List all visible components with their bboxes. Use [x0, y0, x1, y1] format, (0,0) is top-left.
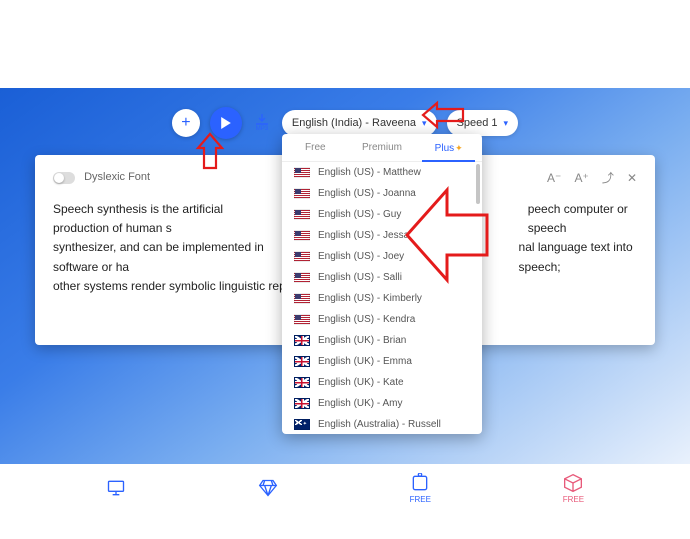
us-flag-icon	[294, 230, 310, 241]
dyslexic-toggle[interactable]	[53, 172, 75, 184]
us-flag-icon	[294, 293, 310, 304]
body-line: synthesizer, and can be implemented in s…	[53, 238, 269, 276]
download-button[interactable]: MP3	[252, 113, 272, 133]
voice-list[interactable]: English (US) - Matthew English (US) - Joa…	[282, 162, 482, 434]
us-flag-icon	[294, 188, 310, 199]
bottom-item-2[interactable]	[258, 478, 278, 498]
voice-option[interactable]: English (Australia) - Russell	[282, 414, 482, 434]
bottom-item-3[interactable]: FREE	[410, 473, 431, 504]
voice-option-label: English (UK) - Kate	[318, 377, 404, 388]
au-flag-icon	[294, 419, 310, 430]
voice-option[interactable]: English (UK) - Kate	[282, 372, 482, 393]
body-line: peech computer or speech	[528, 200, 637, 238]
voice-dropdown: Free Premium Plus✦ English (US) - Matthe…	[282, 134, 482, 434]
us-flag-icon	[294, 167, 310, 178]
header-whitespace	[0, 0, 690, 88]
voice-option-label: English (US) - Kimberly	[318, 293, 422, 304]
speed-select-button[interactable]: Speed 1 ▾	[447, 110, 519, 136]
tab-premium[interactable]: Premium	[349, 134, 416, 161]
voice-option-label: English (US) - Guy	[318, 209, 401, 220]
bottom-item-1[interactable]	[106, 478, 126, 498]
us-flag-icon	[294, 209, 310, 220]
uk-flag-icon	[294, 356, 310, 367]
voice-option-label: English (UK) - Emma	[318, 356, 412, 367]
voice-option-label: English (Australia) - Russell	[318, 419, 441, 430]
scrollbar-thumb[interactable]	[476, 164, 480, 204]
close-button[interactable]: ✕	[627, 171, 637, 185]
voice-option-label: English (UK) - Amy	[318, 398, 402, 409]
voice-option[interactable]: English (UK) - Amy	[282, 393, 482, 414]
box-icon	[563, 473, 583, 493]
voice-option[interactable]: English (UK) - Emma	[282, 351, 482, 372]
font-decrease-button[interactable]: A⁻	[547, 171, 561, 185]
play-button[interactable]	[210, 107, 242, 139]
share-button[interactable]: ⤴	[602, 171, 614, 185]
dyslexic-label: Dyslexic Font	[84, 171, 150, 183]
uk-flag-icon	[294, 377, 310, 388]
voice-option-label: English (US) - Matthew	[318, 167, 421, 178]
uk-flag-icon	[294, 398, 310, 409]
card-actions: A⁻ A⁺ ⤴ ✕	[537, 169, 637, 186]
bottom-label-free: FREE	[410, 495, 431, 504]
play-icon	[220, 117, 232, 129]
voice-option[interactable]: English (US) - Guy	[282, 204, 482, 225]
voice-option-label: English (US) - Salli	[318, 272, 402, 283]
voice-option-label: English (US) - Kendra	[318, 314, 415, 325]
bottom-item-4[interactable]: FREE	[563, 473, 584, 504]
add-button[interactable]: +	[172, 109, 200, 137]
tab-free[interactable]: Free	[282, 134, 349, 161]
voice-select-button[interactable]: English (India) - Raveena ▾	[282, 110, 437, 136]
voice-option[interactable]: English (US) - Joanna	[282, 183, 482, 204]
speed-label: Speed 1	[457, 117, 498, 129]
voice-option-label: English (US) - Jessa	[318, 230, 409, 241]
app-root: + MP3 English (India) - Raveena ▾ Speed …	[0, 0, 690, 539]
voice-option-label: English (US) - Joanna	[318, 188, 416, 199]
uk-flag-icon	[294, 335, 310, 346]
extension-icon	[410, 473, 430, 493]
bottom-label-free-red: FREE	[563, 495, 584, 504]
voice-option[interactable]: English (US) - Salli	[282, 267, 482, 288]
voice-option[interactable]: English (US) - Jessa	[282, 225, 482, 246]
voice-option[interactable]: English (US) - Kimberly	[282, 288, 482, 309]
monitor-icon	[106, 478, 126, 498]
diamond-icon	[258, 478, 278, 498]
tab-plus[interactable]: Plus✦	[415, 134, 482, 161]
font-increase-button[interactable]: A⁺	[574, 171, 588, 185]
voice-option-label: English (US) - Joey	[318, 251, 404, 262]
bottom-bar: FREE FREE	[0, 473, 690, 503]
download-label: MP3	[256, 126, 268, 132]
tab-plus-label: Plus	[435, 143, 454, 154]
us-flag-icon	[294, 251, 310, 262]
body-line: Speech synthesis is the artificial produ…	[53, 200, 278, 238]
download-icon	[255, 114, 269, 126]
chevron-down-icon: ▾	[422, 118, 427, 129]
voice-selected-label: English (India) - Raveena	[292, 117, 416, 129]
us-flag-icon	[294, 314, 310, 325]
dropdown-tabs: Free Premium Plus✦	[282, 134, 482, 162]
dyslexic-toggle-group[interactable]: Dyslexic Font	[53, 171, 150, 183]
chevron-down-icon: ▾	[504, 118, 509, 129]
voice-option[interactable]: English (US) - Matthew	[282, 162, 482, 183]
voice-option[interactable]: English (US) - Kendra	[282, 309, 482, 330]
voice-option[interactable]: English (US) - Joey	[282, 246, 482, 267]
voice-option[interactable]: English (UK) - Brian	[282, 330, 482, 351]
voice-option-label: English (UK) - Brian	[318, 335, 406, 346]
body-line: nal language text into speech;	[519, 238, 637, 276]
us-flag-icon	[294, 272, 310, 283]
spark-icon: ✦	[455, 143, 463, 153]
